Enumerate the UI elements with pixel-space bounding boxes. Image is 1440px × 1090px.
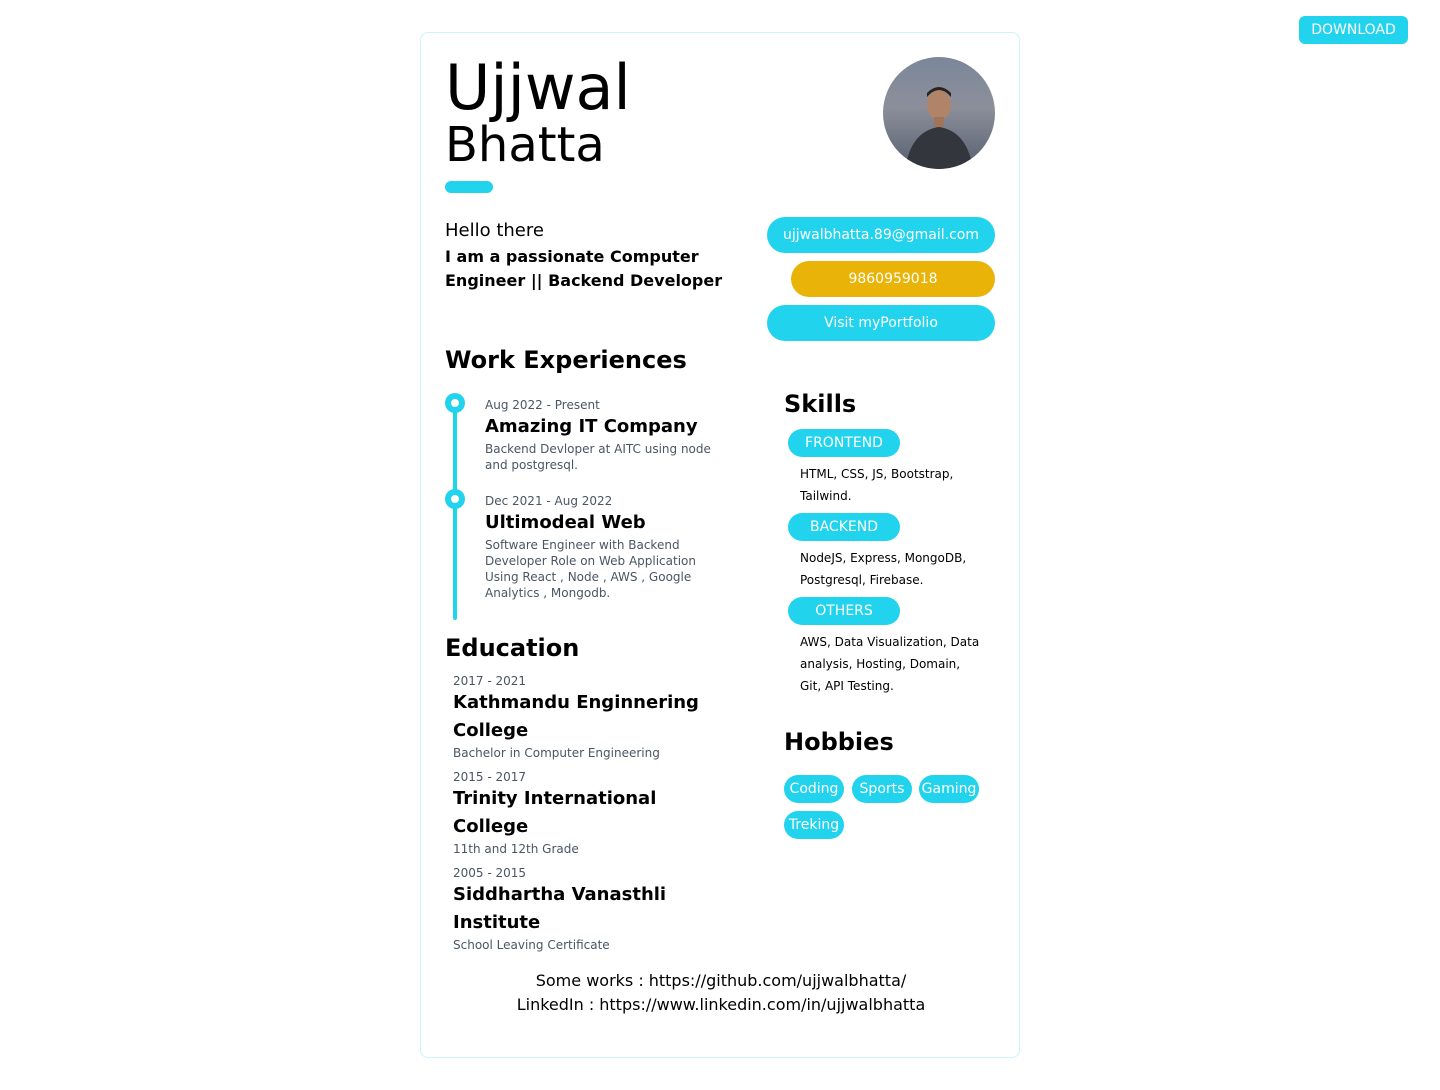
linkedin-line: LinkedIn : https://www.linkedin.com/in/u… [421,993,1021,1017]
github-link[interactable]: https://github.com/ujjwalbhatta/ [649,969,907,993]
intro-text: I am a passionate Computer Engineer || B… [445,247,723,290]
work-company: Amazing IT Company [485,416,698,437]
works-line: Some works : https://github.com/ujjwalbh… [421,969,1021,993]
profile-photo [883,57,995,169]
education-list: 2017 - 2021 Kathmandu Enginnering Colleg… [453,673,733,961]
work-dates: Dec 2021 - Aug 2022 [485,494,613,508]
phone-button[interactable]: 9860959018 [791,261,995,297]
work-company: Ultimodeal Web [485,512,646,533]
greeting: Hello there [445,220,544,241]
education-degree: 11th and 12th Grade [453,842,579,856]
work-experiences-heading: Work Experiences [445,346,687,374]
skill-list: AWS, Data Visualization, Data analysis, … [800,635,980,693]
linkedin-link[interactable]: https://www.linkedin.com/in/ujjwalbhatta [599,993,925,1017]
footer-links: Some works : https://github.com/ujjwalbh… [421,969,1021,1017]
education-heading: Education [445,634,580,662]
skill-list: NodeJS, Express, MongoDB, Postgresql, Fi… [800,551,967,587]
hobby-tag: Coding [784,775,844,803]
education-school: Trinity International College [453,788,657,837]
last-name: Bhatta [445,117,605,173]
work-description: Backend Devloper at AITC using node and … [485,442,711,472]
skill-category-backend: BACKEND [788,513,900,541]
education-item: 2005 - 2015 Siddhartha Vanasthli Institu… [453,865,733,953]
timeline-dot-icon [445,489,465,509]
skill-category-frontend: FRONTEND [788,429,900,457]
education-degree: School Leaving Certificate [453,938,610,952]
education-degree: Bachelor in Computer Engineering [453,746,660,760]
accent-bar [445,181,493,193]
work-item: Dec 2021 - Aug 2022 Ultimodeal Web Softw… [485,493,725,601]
portfolio-button[interactable]: Visit myPortfolio [767,305,995,341]
work-dates: Aug 2022 - Present [485,398,600,412]
hobby-tag: Sports [852,775,912,803]
person-silhouette-icon [905,87,973,169]
email-button[interactable]: ujjwalbhatta.89@gmail.com [767,217,995,253]
linkedin-label: LinkedIn : [516,995,595,1014]
hobby-tag: Treking [784,811,844,839]
education-item: 2015 - 2017 Trinity International Colleg… [453,769,733,857]
education-years: 2015 - 2017 [453,770,527,784]
education-school: Kathmandu Enginnering College [453,692,699,741]
education-years: 2017 - 2021 [453,674,527,688]
hobby-tag: Gaming [919,775,979,803]
timeline-dot-icon [445,393,465,413]
works-label: Some works : [535,971,644,990]
education-school: Siddhartha Vanasthli Institute [453,884,667,933]
education-item: 2017 - 2021 Kathmandu Enginnering Colleg… [453,673,733,761]
education-years: 2005 - 2015 [453,866,527,880]
hobbies-heading: Hobbies [784,728,894,756]
download-button[interactable]: DOWNLOAD [1299,16,1408,44]
skills-heading: Skills [784,390,857,418]
skill-category-others: OTHERS [788,597,900,625]
work-item: Aug 2022 - Present Amazing IT Company Ba… [485,397,725,473]
work-description: Software Engineer with Backend Developer… [485,538,696,600]
resume-card: Ujjwal Bhatta Hello there I am a passion… [420,32,1020,1058]
first-name: Ujjwal [445,51,631,124]
skill-list: HTML, CSS, JS, Bootstrap, Tailwind. [800,467,954,503]
